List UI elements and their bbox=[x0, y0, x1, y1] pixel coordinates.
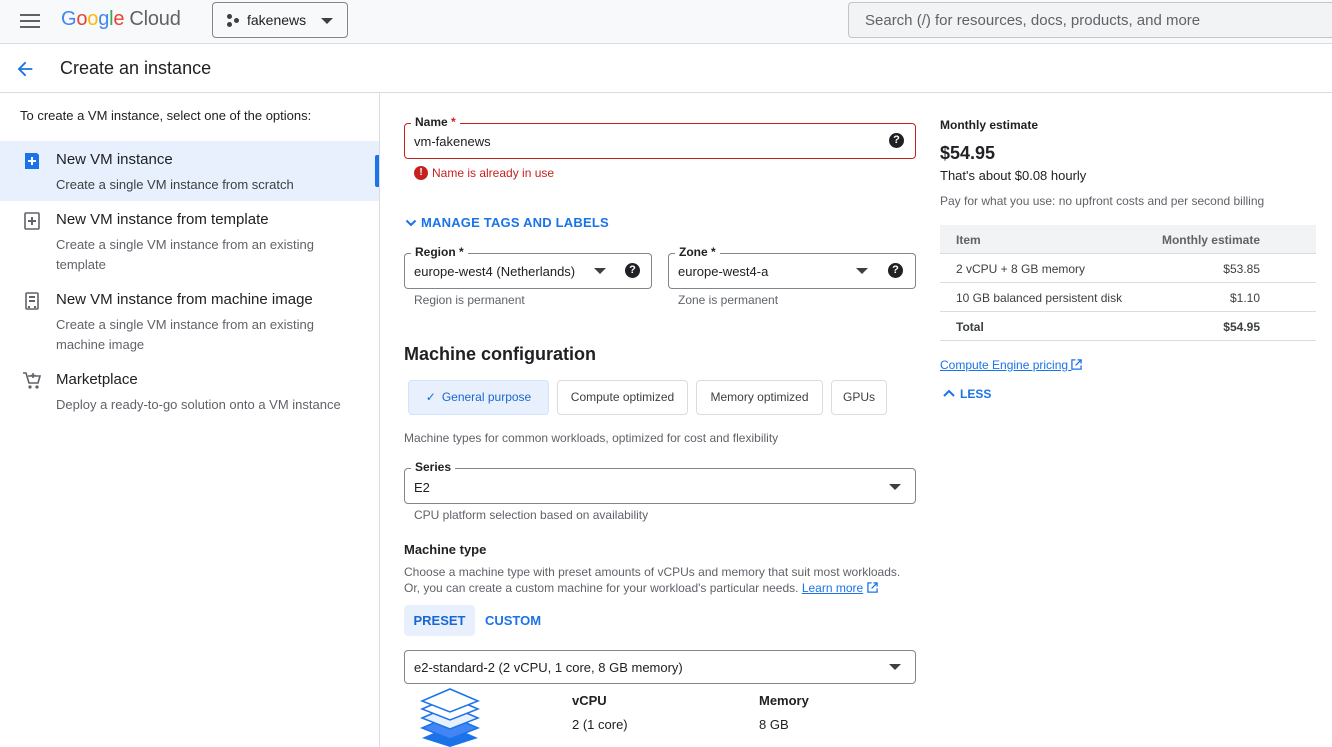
selection-indicator bbox=[375, 155, 379, 187]
tab-custom[interactable]: CUSTOM bbox=[481, 605, 545, 636]
family-description: Machine types for common workloads, opti… bbox=[404, 431, 779, 445]
region-label: Region * bbox=[411, 245, 468, 259]
machine-type-desc-1: Choose a machine type with preset amount… bbox=[404, 565, 901, 579]
chevron-down-icon bbox=[594, 268, 606, 274]
option-marketplace[interactable]: Marketplace Deploy a ready-to-go solutio… bbox=[0, 361, 379, 421]
options-intro: To create a VM instance, select one of t… bbox=[20, 108, 312, 123]
menu-icon[interactable] bbox=[20, 12, 40, 30]
option-desc: Deploy a ready-to-go solution onto a VM … bbox=[56, 397, 341, 412]
google-cloud-logo[interactable]: Google Cloud bbox=[61, 8, 181, 31]
machine-config-title: Machine configuration bbox=[404, 344, 597, 364]
region-value: europe-west4 (Netherlands) bbox=[414, 264, 576, 279]
machine-stack-icon bbox=[420, 688, 480, 747]
table-row: 10 GB balanced persistent disk $1.10 bbox=[940, 283, 1316, 312]
check-icon: ✓ bbox=[425, 390, 436, 404]
family-gpus[interactable]: GPUs bbox=[831, 380, 887, 415]
option-from-template[interactable]: New VM instance from template Create a s… bbox=[0, 201, 379, 281]
machine-type-desc-2: Or, you can create a custom machine for … bbox=[404, 580, 878, 596]
search-placeholder: Search (/) for resources, docs, products… bbox=[865, 12, 1201, 29]
machine-image-icon bbox=[25, 292, 39, 310]
name-error-message: Name is already in use bbox=[432, 166, 555, 180]
table-total-row: Total $54.95 bbox=[940, 312, 1316, 341]
name-value: vm-fakenews bbox=[414, 134, 491, 149]
family-memory-optimized[interactable]: Memory optimized bbox=[696, 380, 823, 415]
estimate-price: $54.95 bbox=[940, 143, 996, 163]
option-desc: Create a single VM instance from an exis… bbox=[56, 317, 314, 352]
table-row: 2 vCPU + 8 GB memory $53.85 bbox=[940, 254, 1316, 283]
template-icon bbox=[24, 212, 40, 230]
learn-more-link[interactable]: Learn more bbox=[802, 581, 863, 595]
add-box-icon bbox=[25, 153, 39, 169]
chevron-down-icon bbox=[321, 18, 333, 24]
estimate-note: Pay for what you use: no upfront costs a… bbox=[940, 194, 1265, 208]
chevron-down-icon bbox=[405, 219, 417, 227]
external-link-icon bbox=[1071, 359, 1083, 370]
option-new-vm-instance[interactable]: New VM instance Create a single VM insta… bbox=[0, 141, 379, 201]
name-label: Name * bbox=[411, 115, 460, 129]
family-compute-optimized[interactable]: Compute optimized bbox=[557, 380, 688, 415]
machine-type-value: e2-standard-2 (2 vCPU, 1 core, 8 GB memo… bbox=[414, 660, 683, 675]
estimate-title: Monthly estimate bbox=[940, 118, 1039, 132]
family-general-purpose[interactable]: ✓ General purpose bbox=[408, 380, 549, 415]
memory-value: 8 GB bbox=[759, 717, 789, 732]
project-icon bbox=[227, 14, 241, 28]
help-icon[interactable]: ? bbox=[889, 133, 904, 148]
series-value: E2 bbox=[414, 480, 430, 495]
table-header: Item Monthly estimate bbox=[940, 225, 1316, 254]
back-arrow-icon[interactable] bbox=[14, 58, 36, 80]
zone-label: Zone * bbox=[675, 245, 720, 259]
memory-label: Memory bbox=[759, 693, 809, 708]
estimate-hourly: That's about $0.08 hourly bbox=[940, 168, 1087, 183]
help-icon[interactable]: ? bbox=[888, 263, 903, 278]
project-name: fakenews bbox=[247, 12, 307, 28]
region-select[interactable]: Region * europe-west4 (Netherlands) ? bbox=[404, 245, 652, 289]
pricing-link[interactable]: Compute Engine pricing bbox=[940, 358, 1083, 372]
top-bar: Google Cloud fakenews Search (/) for reso… bbox=[0, 0, 1332, 44]
chevron-down-icon bbox=[889, 484, 901, 490]
page-header: Create an instance bbox=[0, 44, 1332, 93]
estimate-table: Item Monthly estimate 2 vCPU + 8 GB memo… bbox=[940, 225, 1316, 341]
zone-hint: Zone is permanent bbox=[678, 293, 779, 307]
option-title: New VM instance from machine image bbox=[56, 291, 313, 308]
creation-options-panel: To create a VM instance, select one of t… bbox=[0, 93, 380, 747]
series-hint: CPU platform selection based on availabi… bbox=[414, 508, 649, 522]
page-title: Create an instance bbox=[60, 58, 212, 78]
cart-icon bbox=[23, 372, 42, 389]
option-title: New VM instance bbox=[56, 151, 173, 168]
series-select[interactable]: Series E2 bbox=[404, 460, 916, 504]
vcpu-value: 2 (1 core) bbox=[572, 717, 628, 732]
option-from-machine-image[interactable]: New VM instance from machine image Creat… bbox=[0, 281, 379, 361]
manage-tags-button[interactable]: MANAGE TAGS AND LABELS bbox=[405, 215, 609, 230]
chevron-down-icon bbox=[889, 664, 901, 670]
option-title: Marketplace bbox=[56, 371, 138, 388]
less-button[interactable]: LESS bbox=[942, 387, 991, 401]
vcpu-label: vCPU bbox=[572, 693, 607, 708]
help-icon[interactable]: ? bbox=[625, 263, 640, 278]
chevron-down-icon bbox=[856, 268, 868, 274]
search-input[interactable]: Search (/) for resources, docs, products… bbox=[848, 2, 1332, 38]
tab-preset[interactable]: PRESET bbox=[404, 605, 475, 636]
zone-value: europe-west4-a bbox=[678, 264, 769, 279]
region-hint: Region is permanent bbox=[414, 293, 525, 307]
chevron-up-icon bbox=[943, 389, 955, 397]
option-title: New VM instance from template bbox=[56, 211, 269, 228]
option-desc: Create a single VM instance from an exis… bbox=[56, 237, 314, 272]
machine-type-title: Machine type bbox=[404, 542, 487, 557]
option-desc: Create a single VM instance from scratch bbox=[56, 177, 294, 192]
project-picker[interactable]: fakenews bbox=[212, 2, 348, 38]
error-icon: ! bbox=[414, 166, 428, 180]
machine-type-select[interactable]: e2-standard-2 (2 vCPU, 1 core, 8 GB memo… bbox=[404, 650, 916, 684]
series-label: Series bbox=[411, 460, 456, 474]
name-field[interactable]: Name * vm-fakenews ? bbox=[404, 115, 916, 159]
zone-select[interactable]: Zone * europe-west4-a ? bbox=[668, 245, 916, 289]
external-link-icon bbox=[866, 582, 878, 593]
